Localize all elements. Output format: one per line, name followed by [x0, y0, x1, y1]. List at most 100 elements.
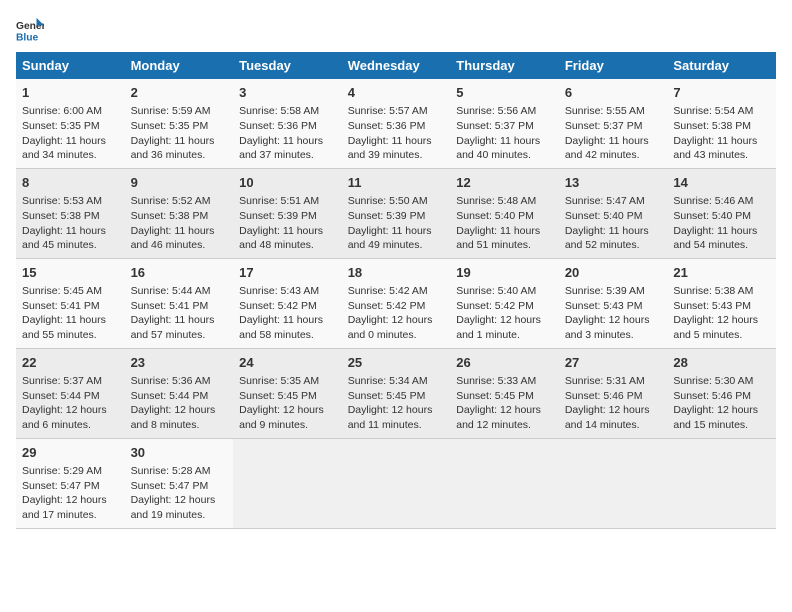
day-number: 27	[565, 354, 662, 372]
day-info: Sunrise: 5:51 AMSunset: 5:39 PMDaylight:…	[239, 194, 336, 253]
day-info: Sunrise: 5:59 AMSunset: 5:35 PMDaylight:…	[131, 104, 228, 163]
day-number: 29	[22, 444, 119, 462]
day-info: Sunrise: 5:44 AMSunset: 5:41 PMDaylight:…	[131, 284, 228, 343]
day-number: 16	[131, 264, 228, 282]
logo-icon: General Blue	[16, 16, 44, 44]
calendar-cell	[342, 438, 451, 528]
day-number: 7	[673, 84, 770, 102]
day-info: Sunrise: 5:36 AMSunset: 5:44 PMDaylight:…	[131, 374, 228, 433]
day-number: 9	[131, 174, 228, 192]
calendar-cell	[233, 438, 342, 528]
day-number: 12	[456, 174, 553, 192]
day-number: 23	[131, 354, 228, 372]
day-number: 11	[348, 174, 445, 192]
weekday-row: SundayMondayTuesdayWednesdayThursdayFrid…	[16, 52, 776, 79]
day-number: 19	[456, 264, 553, 282]
day-info: Sunrise: 5:53 AMSunset: 5:38 PMDaylight:…	[22, 194, 119, 253]
calendar-cell	[450, 438, 559, 528]
svg-text:Blue: Blue	[16, 32, 39, 43]
calendar-cell: 24 Sunrise: 5:35 AMSunset: 5:45 PMDayligh…	[233, 348, 342, 438]
day-number: 10	[239, 174, 336, 192]
calendar-cell: 12 Sunrise: 5:48 AMSunset: 5:40 PMDayligh…	[450, 168, 559, 258]
calendar-cell: 1Sunrise: 6:00 AMSunset: 5:35 PMDaylight…	[16, 79, 125, 168]
day-number: 26	[456, 354, 553, 372]
calendar-week-row: 22 Sunrise: 5:37 AMSunset: 5:44 PMDayligh…	[16, 348, 776, 438]
day-number: 8	[22, 174, 119, 192]
day-number: 5	[456, 84, 553, 102]
calendar-week-row: 1Sunrise: 6:00 AMSunset: 5:35 PMDaylight…	[16, 79, 776, 168]
day-info: Sunrise: 5:46 AMSunset: 5:40 PMDaylight:…	[673, 194, 770, 253]
calendar-cell	[667, 438, 776, 528]
page-header: General Blue	[16, 16, 776, 44]
day-number: 2	[131, 84, 228, 102]
calendar-cell: 26 Sunrise: 5:33 AMSunset: 5:45 PMDayligh…	[450, 348, 559, 438]
calendar-cell: 6 Sunrise: 5:55 AMSunset: 5:37 PMDaylight…	[559, 79, 668, 168]
day-info: Sunrise: 5:43 AMSunset: 5:42 PMDaylight:…	[239, 284, 336, 343]
day-number: 15	[22, 264, 119, 282]
day-number: 18	[348, 264, 445, 282]
day-info: Sunrise: 5:56 AMSunset: 5:37 PMDaylight:…	[456, 104, 553, 163]
day-number: 28	[673, 354, 770, 372]
day-info: Sunrise: 5:34 AMSunset: 5:45 PMDaylight:…	[348, 374, 445, 433]
day-number: 4	[348, 84, 445, 102]
calendar-cell: 8 Sunrise: 5:53 AMSunset: 5:38 PMDaylight…	[16, 168, 125, 258]
day-info: Sunrise: 5:38 AMSunset: 5:43 PMDaylight:…	[673, 284, 770, 343]
day-info: Sunrise: 5:55 AMSunset: 5:37 PMDaylight:…	[565, 104, 662, 163]
day-info: Sunrise: 5:40 AMSunset: 5:42 PMDaylight:…	[456, 284, 553, 343]
calendar-cell: 19 Sunrise: 5:40 AMSunset: 5:42 PMDayligh…	[450, 258, 559, 348]
calendar-cell: 21 Sunrise: 5:38 AMSunset: 5:43 PMDayligh…	[667, 258, 776, 348]
weekday-header: Thursday	[450, 52, 559, 79]
calendar-cell: 7 Sunrise: 5:54 AMSunset: 5:38 PMDaylight…	[667, 79, 776, 168]
day-info: Sunrise: 5:31 AMSunset: 5:46 PMDaylight:…	[565, 374, 662, 433]
day-number: 13	[565, 174, 662, 192]
calendar-header: SundayMondayTuesdayWednesdayThursdayFrid…	[16, 52, 776, 79]
day-info: Sunrise: 5:54 AMSunset: 5:38 PMDaylight:…	[673, 104, 770, 163]
weekday-header: Wednesday	[342, 52, 451, 79]
day-number: 24	[239, 354, 336, 372]
calendar-cell	[559, 438, 668, 528]
calendar-cell: 17 Sunrise: 5:43 AMSunset: 5:42 PMDayligh…	[233, 258, 342, 348]
day-info: Sunrise: 5:37 AMSunset: 5:44 PMDaylight:…	[22, 374, 119, 433]
calendar-cell: 23 Sunrise: 5:36 AMSunset: 5:44 PMDayligh…	[125, 348, 234, 438]
calendar-week-row: 29 Sunrise: 5:29 AMSunset: 5:47 PMDayligh…	[16, 438, 776, 528]
day-info: Sunrise: 5:28 AMSunset: 5:47 PMDaylight:…	[131, 464, 228, 523]
day-info: Sunrise: 5:30 AMSunset: 5:46 PMDaylight:…	[673, 374, 770, 433]
calendar-cell: 16 Sunrise: 5:44 AMSunset: 5:41 PMDayligh…	[125, 258, 234, 348]
day-info: Sunrise: 5:48 AMSunset: 5:40 PMDaylight:…	[456, 194, 553, 253]
calendar-week-row: 15 Sunrise: 5:45 AMSunset: 5:41 PMDayligh…	[16, 258, 776, 348]
weekday-header: Saturday	[667, 52, 776, 79]
calendar-cell: 10 Sunrise: 5:51 AMSunset: 5:39 PMDayligh…	[233, 168, 342, 258]
calendar-cell: 3Sunrise: 5:58 AMSunset: 5:36 PMDaylight…	[233, 79, 342, 168]
calendar-cell: 11 Sunrise: 5:50 AMSunset: 5:39 PMDayligh…	[342, 168, 451, 258]
calendar-cell: 13 Sunrise: 5:47 AMSunset: 5:40 PMDayligh…	[559, 168, 668, 258]
day-info: Sunrise: 5:29 AMSunset: 5:47 PMDaylight:…	[22, 464, 119, 523]
day-number: 17	[239, 264, 336, 282]
calendar-table: SundayMondayTuesdayWednesdayThursdayFrid…	[16, 52, 776, 529]
calendar-cell: 20Sunrise: 5:39 AMSunset: 5:43 PMDayligh…	[559, 258, 668, 348]
calendar-cell: 18 Sunrise: 5:42 AMSunset: 5:42 PMDayligh…	[342, 258, 451, 348]
calendar-cell: 5 Sunrise: 5:56 AMSunset: 5:37 PMDaylight…	[450, 79, 559, 168]
day-number: 6	[565, 84, 662, 102]
day-number: 14	[673, 174, 770, 192]
day-info: Sunrise: 5:33 AMSunset: 5:45 PMDaylight:…	[456, 374, 553, 433]
day-info: Sunrise: 5:42 AMSunset: 5:42 PMDaylight:…	[348, 284, 445, 343]
calendar-cell: 28 Sunrise: 5:30 AMSunset: 5:46 PMDayligh…	[667, 348, 776, 438]
weekday-header: Monday	[125, 52, 234, 79]
day-info: Sunrise: 5:52 AMSunset: 5:38 PMDaylight:…	[131, 194, 228, 253]
day-number: 21	[673, 264, 770, 282]
calendar-cell: 2 Sunrise: 5:59 AMSunset: 5:35 PMDaylight…	[125, 79, 234, 168]
day-number: 25	[348, 354, 445, 372]
weekday-header: Sunday	[16, 52, 125, 79]
calendar-cell: 9 Sunrise: 5:52 AMSunset: 5:38 PMDaylight…	[125, 168, 234, 258]
calendar-body: 1Sunrise: 6:00 AMSunset: 5:35 PMDaylight…	[16, 79, 776, 528]
day-info: Sunrise: 6:00 AMSunset: 5:35 PMDaylight:…	[22, 104, 119, 163]
calendar-cell: 22 Sunrise: 5:37 AMSunset: 5:44 PMDayligh…	[16, 348, 125, 438]
day-info: Sunrise: 5:45 AMSunset: 5:41 PMDaylight:…	[22, 284, 119, 343]
calendar-cell: 30Sunrise: 5:28 AMSunset: 5:47 PMDayligh…	[125, 438, 234, 528]
day-info: Sunrise: 5:50 AMSunset: 5:39 PMDaylight:…	[348, 194, 445, 253]
calendar-cell: 14 Sunrise: 5:46 AMSunset: 5:40 PMDayligh…	[667, 168, 776, 258]
day-info: Sunrise: 5:47 AMSunset: 5:40 PMDaylight:…	[565, 194, 662, 253]
day-number: 22	[22, 354, 119, 372]
calendar-week-row: 8 Sunrise: 5:53 AMSunset: 5:38 PMDaylight…	[16, 168, 776, 258]
day-info: Sunrise: 5:35 AMSunset: 5:45 PMDaylight:…	[239, 374, 336, 433]
